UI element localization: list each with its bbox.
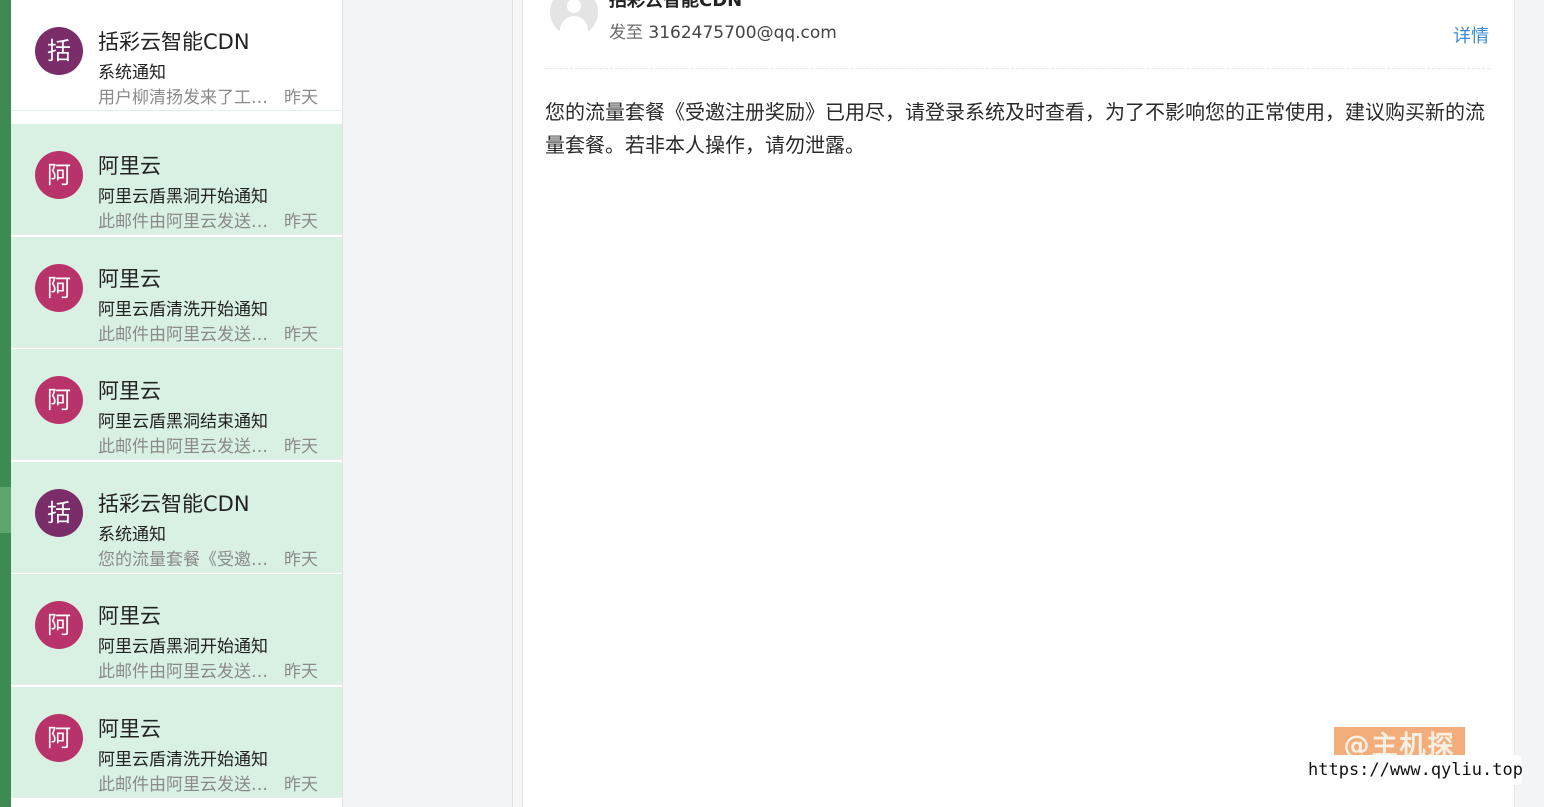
mail-sender: 括彩云智能CDN — [98, 492, 250, 516]
header-divider — [545, 68, 1490, 69]
mail-preview: 此邮件由阿里云发送，由系统自动发出 — [98, 212, 280, 232]
mail-sender: 阿里云 — [98, 267, 161, 291]
mail-item[interactable]: 括 括彩云智能CDN 系统通知 您的流量套餐《受邀注册奖励》已用尽 昨天 — [11, 462, 342, 573]
mail-preview: 此邮件由阿里云发送，由系统自动发出 — [98, 775, 280, 795]
mail-item[interactable]: 阿 阿里云 阿里云盾清洗开始通知 此邮件由阿里云发送，由系统自动发出 昨天 — [11, 687, 342, 798]
details-link[interactable]: 详情 — [1453, 22, 1489, 48]
mail-reader: 括彩云智能CDN 发至 3162475700@qq.com 详情 您的流量套餐《… — [523, 0, 1515, 807]
mail-time: 昨天 — [284, 775, 318, 795]
mail-time: 昨天 — [284, 550, 318, 570]
recipient-label: 发至 — [609, 23, 643, 43]
sender-avatar: 阿 — [35, 264, 83, 312]
mail-subject: 阿里云盾黑洞开始通知 — [98, 187, 268, 207]
mail-sender: 阿里云 — [98, 604, 161, 628]
mail-subject: 阿里云盾黑洞结束通知 — [98, 412, 268, 432]
sidebar-active-marker — [0, 487, 11, 533]
mail-item[interactable]: 阿 阿里云 阿里云盾黑洞结束通知 此邮件由阿里云发送，由系统自动发出 昨天 — [11, 349, 342, 460]
recipient-address: 3162475700@qq.com — [648, 23, 837, 43]
app-sidebar-edge — [0, 0, 11, 807]
mail-item[interactable]: 阿 阿里云 阿里云盾清洗开始通知 此邮件由阿里云发送，由系统自动发出 昨天 — [11, 237, 342, 348]
mail-subject: 系统通知 — [98, 63, 166, 83]
mail-subject: 阿里云盾黑洞开始通知 — [98, 637, 268, 657]
mail-item[interactable]: 括 括彩云智能CDN 系统通知 用户柳清扬发来了工单回复 昨天 — [11, 0, 342, 111]
mail-item[interactable]: 阿 阿里云 阿里云盾黑洞开始通知 此邮件由阿里云发送，由系统自动发出 昨天 — [11, 124, 342, 235]
reader-sender: 括彩云智能CDN — [609, 0, 743, 11]
mail-sender: 括彩云智能CDN — [98, 30, 250, 54]
mail-list: 括 括彩云智能CDN 系统通知 用户柳清扬发来了工单回复 昨天 阿 阿里云 阿里… — [11, 0, 343, 807]
sender-avatar: 括 — [35, 489, 83, 537]
mail-time: 昨天 — [284, 437, 318, 457]
mail-sender: 阿里云 — [98, 379, 161, 403]
mail-sender: 阿里云 — [98, 717, 161, 741]
sender-avatar: 阿 — [35, 601, 83, 649]
mail-preview: 此邮件由阿里云发送，由系统自动发出 — [98, 437, 280, 457]
mail-time: 昨天 — [284, 212, 318, 232]
mail-subject: 系统通知 — [98, 525, 166, 545]
user-avatar-icon — [550, 0, 598, 36]
mail-preview: 此邮件由阿里云发送，由系统自动发出 — [98, 662, 280, 682]
mail-subject: 阿里云盾清洗开始通知 — [98, 300, 268, 320]
mail-sender: 阿里云 — [98, 154, 161, 178]
mail-time: 昨天 — [284, 662, 318, 682]
sender-avatar: 阿 — [35, 714, 83, 762]
mail-subject: 阿里云盾清洗开始通知 — [98, 750, 268, 770]
recipient-line: 发至 3162475700@qq.com — [609, 18, 837, 43]
sender-avatar: 阿 — [35, 376, 83, 424]
sender-avatar: 阿 — [35, 151, 83, 199]
mail-preview: 此邮件由阿里云发送，由系统自动发出 — [98, 325, 280, 345]
mail-time: 昨天 — [284, 325, 318, 345]
mail-preview: 您的流量套餐《受邀注册奖励》已用尽 — [98, 550, 280, 570]
mail-item[interactable]: 阿 阿里云 阿里云盾黑洞开始通知 此邮件由阿里云发送，由系统自动发出 昨天 — [11, 574, 342, 685]
watermark-url: https://www.qyliu.top — [1308, 755, 1523, 785]
mail-body: 您的流量套餐《受邀注册奖励》已用尽，请登录系统及时查看，为了不影响您的正常使用，… — [545, 100, 1485, 157]
sender-avatar: 括 — [35, 27, 83, 75]
mail-time: 昨天 — [284, 88, 318, 108]
mail-preview: 用户柳清扬发来了工单回复 — [98, 88, 280, 108]
reader-gutter — [512, 0, 523, 807]
